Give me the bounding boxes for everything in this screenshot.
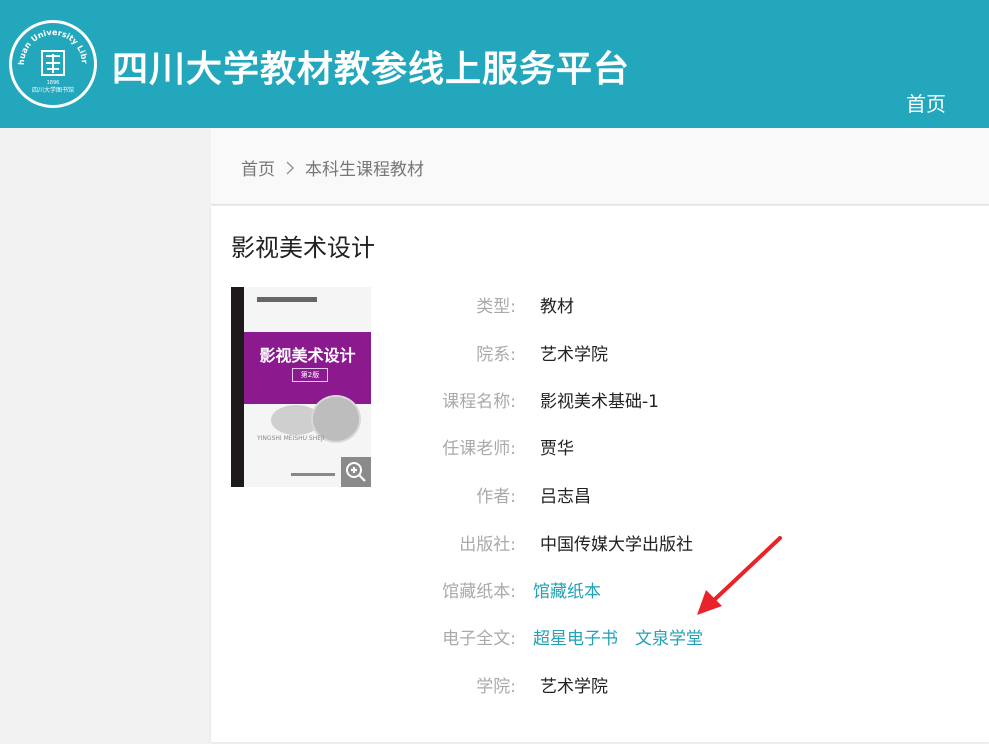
cover-pinyin: YINGSHI MEISHU SHEJI <box>257 435 325 442</box>
detail-row-type: 类型: 教材 <box>421 295 574 319</box>
detail-row-department: 院系: 艺术学院 <box>421 343 608 367</box>
detail-value: 教材 <box>540 297 574 317</box>
breadcrumb: 首页 本科生课程教材 <box>241 155 424 180</box>
detail-label: 馆藏纸本: <box>442 582 516 602</box>
wenquan-link[interactable]: 文泉学堂 <box>635 627 703 651</box>
detail-value: 艺术学院 <box>540 677 608 697</box>
breadcrumb-current[interactable]: 本科生课程教材 <box>305 155 424 180</box>
library-logo[interactable]: Sichuan University Library 1896 四川大学图书馆 <box>9 20 97 108</box>
breadcrumb-home[interactable]: 首页 <box>241 155 275 180</box>
svg-text:Sichuan University Library: Sichuan University Library <box>12 23 89 65</box>
book-title: 影视美术设计 <box>231 234 375 262</box>
print-copy-link[interactable]: 馆藏纸本 <box>533 580 601 604</box>
detail-row-publisher: 出版社: 中国传媒大学出版社 <box>421 533 693 557</box>
svg-text:四川大学图书馆: 四川大学图书馆 <box>32 86 74 94</box>
detail-label: 任课老师: <box>442 439 516 459</box>
detail-row-teacher: 任课老师: 贾华 <box>421 437 574 461</box>
detail-label: 电子全文: <box>442 629 516 649</box>
detail-row-course: 课程名称: 影视美术基础-1 <box>421 390 659 414</box>
detail-value: 中国传媒大学出版社 <box>540 535 693 555</box>
ebook-links: 超星电子书 文泉学堂 <box>533 627 703 651</box>
detail-value: 艺术学院 <box>540 345 608 365</box>
detail-label: 学院: <box>476 677 516 697</box>
detail-value: 吕志昌 <box>540 487 591 507</box>
cover-title: 影视美术设计 <box>259 346 356 365</box>
zoom-in-icon <box>346 462 366 482</box>
zoom-button[interactable] <box>341 457 371 487</box>
detail-label: 作者: <box>476 487 516 507</box>
cover-spine <box>231 287 244 487</box>
detail-row-ebook: 电子全文: 超星电子书 文泉学堂 <box>421 627 703 651</box>
detail-label: 出版社: <box>459 535 516 555</box>
detail-row-college: 学院: 艺术学院 <box>421 675 608 699</box>
detail-row-author: 作者: 吕志昌 <box>421 485 591 509</box>
nav-home-link[interactable]: 首页 <box>906 88 946 117</box>
book-detail-panel: 影视美术设计 影视美术设计 第2版 YINGSHI MEISHU SHEJI 类… <box>211 206 989 742</box>
detail-row-print-copy: 馆藏纸本: 馆藏纸本 <box>421 580 601 604</box>
detail-label: 类型: <box>476 297 516 317</box>
logo-seal: Sichuan University Library 1896 四川大学图书馆 <box>12 23 89 94</box>
chevron-right-icon <box>286 160 295 175</box>
cover-edition: 第2版 <box>292 368 328 382</box>
detail-value: 影视美术基础-1 <box>540 392 659 412</box>
detail-label: 课程名称: <box>442 392 516 412</box>
site-title: 四川大学教材教参线上服务平台 <box>112 48 631 90</box>
detail-label: 院系: <box>476 345 516 365</box>
cover-title-band: 影视美术设计 第2版 <box>244 332 371 404</box>
cover-publisher-mark <box>291 473 335 476</box>
cover-series-mark <box>257 297 317 302</box>
svg-text:1896: 1896 <box>47 80 60 86</box>
breadcrumb-bar: 首页 本科生课程教材 <box>211 128 989 205</box>
site-header: Sichuan University Library 1896 四川大学图书馆 … <box>0 0 989 128</box>
chaoxing-ebook-link[interactable]: 超星电子书 <box>533 627 618 651</box>
detail-value: 贾华 <box>540 439 574 459</box>
